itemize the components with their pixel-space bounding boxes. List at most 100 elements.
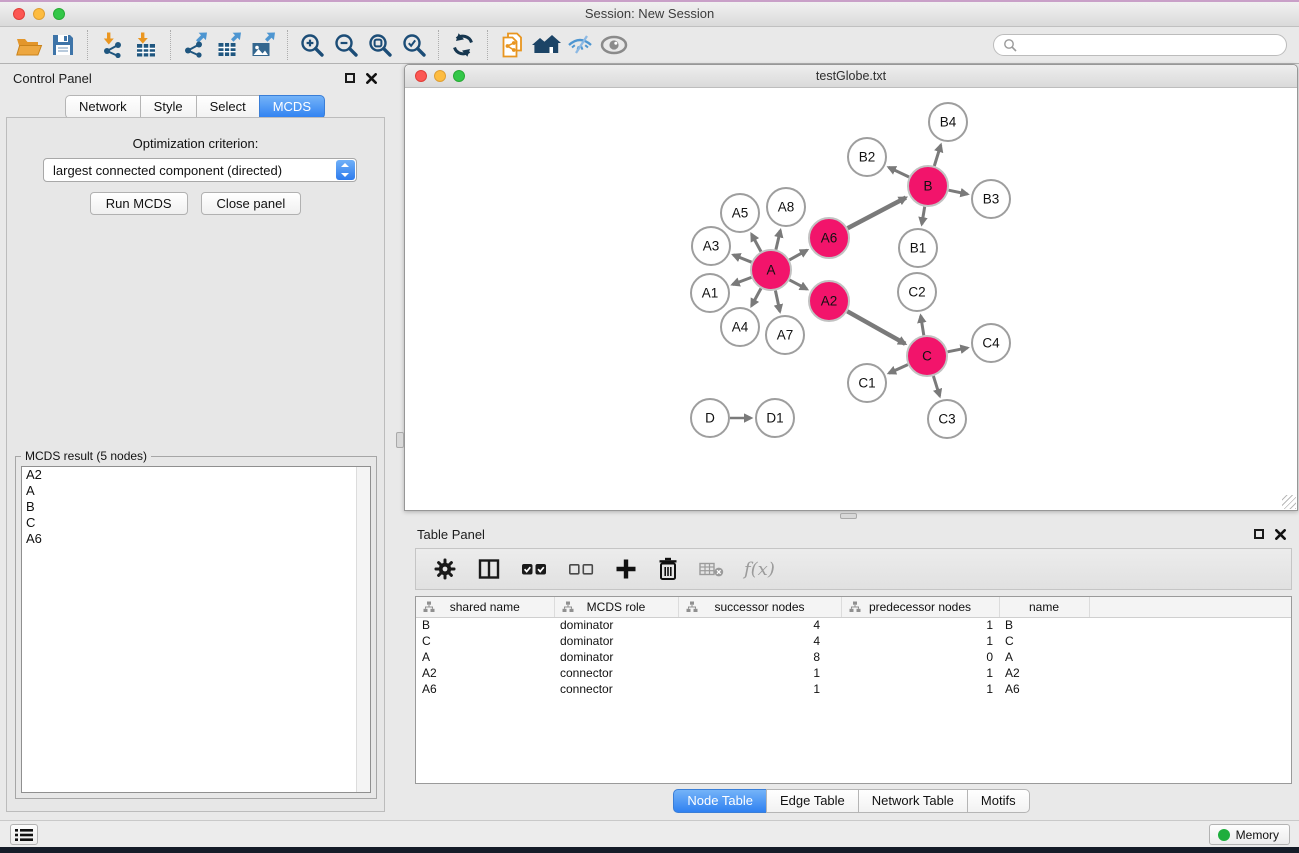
deselect-all-icon[interactable] [568,556,595,582]
cell[interactable]: A6 [999,681,1089,697]
cell[interactable]: 4 [678,617,841,633]
open-session-icon[interactable] [12,29,46,61]
cell[interactable]: 0 [841,649,999,665]
result-item-c[interactable]: C [22,515,370,531]
close-window-icon[interactable] [415,70,427,82]
vertical-splitter-handle[interactable] [396,432,404,448]
zoom-in-icon[interactable] [295,29,329,61]
node-C2[interactable]: C2 [898,273,936,311]
cell[interactable]: connector [554,681,678,697]
zoom-window-icon[interactable] [53,8,65,20]
table-row-a6[interactable]: A6connector11A6 [416,681,1291,697]
close-panel-icon[interactable] [1275,529,1286,540]
edge-A-A2[interactable] [790,280,808,289]
add-column-icon[interactable] [615,556,637,582]
criterion-select[interactable]: largest connected component (directed) [43,158,357,182]
cell[interactable]: A2 [999,665,1089,681]
mcds-result-list[interactable]: A2ABCA6 [21,466,371,793]
node-C4[interactable]: C4 [972,324,1010,362]
node-A6[interactable]: A6 [809,218,849,258]
edge-A-A4[interactable] [752,288,762,306]
run-mcds-button[interactable]: Run MCDS [90,192,188,215]
node-D[interactable]: D [691,399,729,437]
export-table-icon[interactable] [212,29,246,61]
edge-B-B1[interactable] [922,207,925,225]
cell[interactable]: 8 [678,649,841,665]
table-row-c[interactable]: Cdominator41C [416,633,1291,649]
tab-network-table[interactable]: Network Table [858,789,968,813]
node-A8[interactable]: A8 [767,188,805,226]
network-window-titlebar[interactable]: testGlobe.txt [405,65,1297,88]
node-A4[interactable]: A4 [721,308,759,346]
close-panel-button[interactable]: Close panel [201,192,302,215]
network-canvas[interactable]: B4B2BB3A5A8A6A3B1AA1C2A2A4A7C4CC1C3DD1 [405,88,1297,510]
node-A7[interactable]: A7 [766,316,804,354]
apply-function-icon[interactable]: f(x) [744,556,775,582]
memory-button[interactable]: Memory [1209,824,1290,845]
cell[interactable]: 4 [678,633,841,649]
result-item-a6[interactable]: A6 [22,531,370,547]
settings-gear-icon[interactable] [433,556,457,582]
node-B[interactable]: B [908,166,948,206]
cell[interactable]: 1 [841,665,999,681]
first-neighbors-icon[interactable] [529,29,563,61]
cell[interactable]: 1 [841,617,999,633]
close-window-icon[interactable] [13,8,25,20]
cell[interactable]: 1 [841,681,999,697]
node-B4[interactable]: B4 [929,103,967,141]
cell[interactable]: A [999,649,1089,665]
result-item-b[interactable]: B [22,499,370,515]
node-C[interactable]: C [907,336,947,376]
search-box[interactable] [993,34,1287,56]
minimize-window-icon[interactable] [434,70,446,82]
edge-C-C1[interactable] [889,365,908,374]
search-input[interactable] [1022,37,1277,53]
cell[interactable]: dominator [554,633,678,649]
zoom-fit-icon[interactable] [363,29,397,61]
float-panel-icon[interactable] [1254,529,1264,539]
hide-selected-icon[interactable] [563,29,597,61]
tab-style[interactable]: Style [140,95,197,119]
table-row-a[interactable]: Adominator80A [416,649,1291,665]
node-B1[interactable]: B1 [899,229,937,267]
edge-B-B3[interactable] [949,190,968,194]
node-table-container[interactable]: shared nameMCDS rolesuccessor nodesprede… [415,596,1292,784]
zoom-out-icon[interactable] [329,29,363,61]
import-network-icon[interactable] [95,29,129,61]
column-header-shared-name[interactable]: shared name [416,597,554,617]
edge-A-A7[interactable] [775,291,780,312]
task-history-button[interactable] [10,824,38,845]
node-B2[interactable]: B2 [848,138,886,176]
tab-select[interactable]: Select [196,95,260,119]
tab-node-table[interactable]: Node Table [673,789,767,813]
zoom-selected-icon[interactable] [397,29,431,61]
save-session-icon[interactable] [46,29,80,61]
edge-A-A5[interactable] [752,234,762,252]
column-header-MCDS-role[interactable]: MCDS role [554,597,678,617]
export-network-icon[interactable] [178,29,212,61]
edge-C-C4[interactable] [948,348,968,352]
horizontal-splitter-handle[interactable] [840,513,857,519]
cell[interactable]: 1 [841,633,999,649]
tab-network[interactable]: Network [65,95,141,119]
result-item-a2[interactable]: A2 [22,467,370,483]
import-table-icon[interactable] [129,29,163,61]
edge-A-A1[interactable] [733,277,752,284]
export-image-icon[interactable] [246,29,280,61]
table-row-a2[interactable]: A2connector11A2 [416,665,1291,681]
column-header-name[interactable]: name [999,597,1089,617]
split-panel-icon[interactable] [477,556,501,582]
edge-A-A3[interactable] [733,255,751,262]
node-C1[interactable]: C1 [848,364,886,402]
cell[interactable]: dominator [554,617,678,633]
node-A1[interactable]: A1 [691,274,729,312]
cell[interactable]: A2 [416,665,554,681]
result-scrollbar[interactable] [356,467,370,792]
refresh-view-icon[interactable] [446,29,480,61]
column-header-successor-nodes[interactable]: successor nodes [678,597,841,617]
edge-A-A8[interactable] [776,230,781,249]
cell[interactable]: 1 [678,681,841,697]
node-A5[interactable]: A5 [721,194,759,232]
node-D1[interactable]: D1 [756,399,794,437]
edge-A-A6[interactable] [789,250,807,260]
